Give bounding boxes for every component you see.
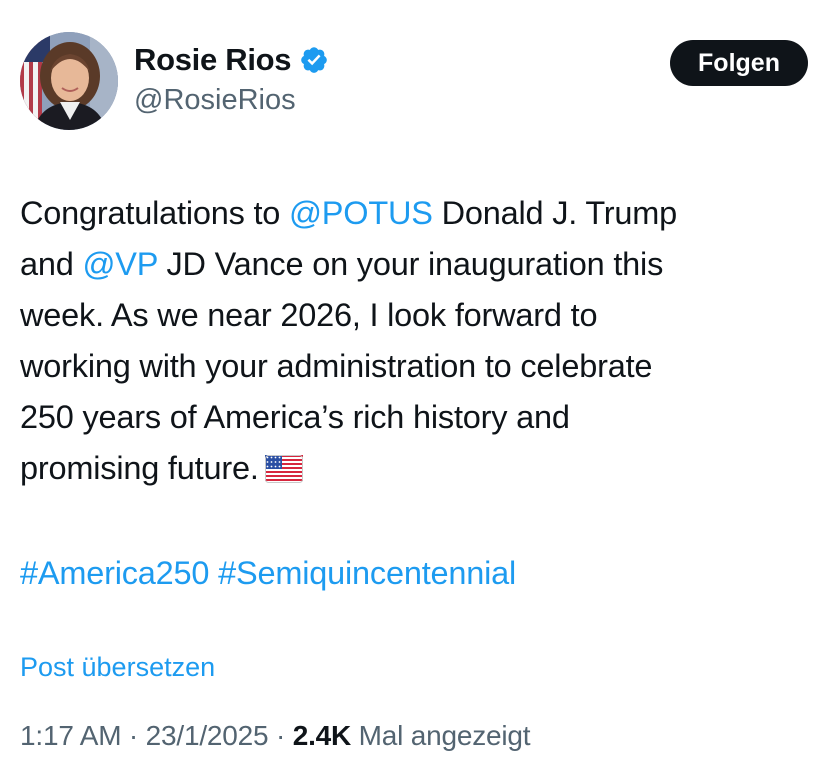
tweet-text-line: promising future.: [20, 443, 810, 494]
meta-separator: ·: [121, 720, 146, 751]
tweet-time[interactable]: 1:17 AM: [20, 720, 122, 751]
meta-separator: ·: [268, 720, 293, 751]
tweet-text-line: Congratulations to @POTUS Donald J. Trum…: [20, 188, 810, 239]
tweet-meta: 1:17 AM · 23/1/2025 · 2.4K Mal angezeigt: [20, 720, 531, 752]
tweet-text-segment: JD Vance on your inauguration this: [157, 246, 664, 282]
translate-link[interactable]: Post übersetzen: [20, 652, 215, 683]
us-flag-icon: [264, 455, 303, 483]
hashtag-link[interactable]: #Semiquincentennial: [218, 555, 516, 591]
mention-link[interactable]: @VP: [82, 246, 157, 282]
tweet-text-segment: Donald J. Trump: [432, 195, 678, 231]
tweet-text: Congratulations to @POTUS Donald J. Trum…: [20, 188, 810, 494]
name-row: Rosie Rios: [134, 40, 329, 80]
tweet-header: Rosie Rios @RosieRios Folgen: [20, 30, 808, 134]
verified-badge-icon[interactable]: [299, 45, 329, 75]
follow-button[interactable]: Folgen: [670, 40, 808, 86]
display-name[interactable]: Rosie Rios: [134, 42, 292, 78]
tweet-hashtags: #America250 #Semiquincentennial: [20, 548, 516, 599]
avatar-photo: [20, 32, 118, 130]
avatar[interactable]: [20, 32, 118, 130]
mention-link[interactable]: @POTUS: [289, 195, 433, 231]
user-info: Rosie Rios @RosieRios: [134, 40, 329, 117]
tweet-text-segment: working with your administration to cele…: [20, 348, 653, 384]
user-handle[interactable]: @RosieRios: [134, 84, 329, 117]
tweet-text-line: and @VP JD Vance on your inauguration th…: [20, 239, 810, 290]
tweet-text-segment: promising future.: [20, 450, 259, 486]
tweet-text-line: week. As we near 2026, I look forward to: [20, 290, 810, 341]
tweet-text-line: 250 years of America’s rich history and: [20, 392, 810, 443]
tweet-text-segment: 250 years of America’s rich history and: [20, 399, 570, 435]
tweet-text-segment: week. As we near 2026, I look forward to: [20, 297, 598, 333]
hashtag-link[interactable]: #America250: [20, 555, 209, 591]
views-label: Mal angezeigt: [351, 720, 531, 751]
tweet-date[interactable]: 23/1/2025: [146, 720, 269, 751]
tweet-text-line: working with your administration to cele…: [20, 341, 810, 392]
views-count[interactable]: 2.4K: [293, 720, 352, 751]
tweet-text-segment: Congratulations to: [20, 195, 290, 231]
tweet-text-segment: and: [20, 246, 83, 282]
